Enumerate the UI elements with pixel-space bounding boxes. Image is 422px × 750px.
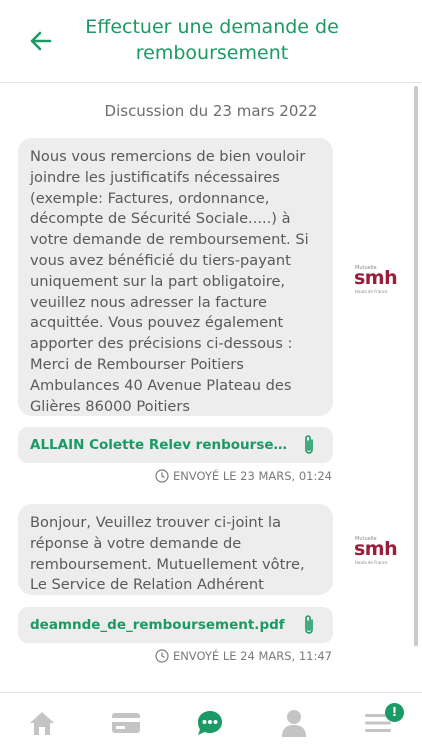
attachment-link[interactable]: ALLAIN Colette Relev renboursement ... bbox=[18, 427, 333, 463]
logo-brand: smh bbox=[354, 538, 398, 560]
message-bubble: Bonjour, Veuillez trouver ci-joint la ré… bbox=[18, 504, 333, 595]
smh-logo: Mutuelle smh Hauts de France bbox=[352, 536, 400, 566]
chat-icon bbox=[198, 711, 222, 735]
user-icon bbox=[282, 710, 306, 737]
page-title: Effectuer une demande de remboursement bbox=[85, 16, 339, 64]
smh-logo: Mutuelle smh Hauts de France bbox=[352, 265, 400, 295]
tab-home[interactable] bbox=[22, 703, 62, 743]
sent-timestamp: ENVOYÉ LE 23 MARS, 01:24 bbox=[155, 469, 332, 483]
discussion-date: Discussion du 23 mars 2022 bbox=[104, 102, 318, 120]
bottom-tab-bar bbox=[0, 692, 422, 750]
sent-timestamp: ENVOYÉ LE 24 MARS, 11:47 bbox=[155, 649, 332, 663]
app-header: Effectuer une demande de remboursement bbox=[0, 0, 422, 83]
logo-subtext: Hauts de France bbox=[355, 289, 388, 294]
scrollbar[interactable] bbox=[414, 86, 418, 646]
paperclip-icon[interactable] bbox=[302, 434, 316, 456]
logo-brand: smh bbox=[354, 267, 398, 289]
attachment-link[interactable]: deamnde_de_remboursement.pdf bbox=[18, 607, 333, 643]
card-icon bbox=[112, 713, 140, 733]
clock-icon bbox=[155, 469, 169, 483]
tab-card[interactable] bbox=[106, 703, 146, 743]
message-bubble: Nous vous remercions de bien vouloir joi… bbox=[18, 138, 333, 416]
home-icon bbox=[30, 712, 54, 735]
paperclip-icon[interactable] bbox=[302, 614, 316, 636]
sent-text: ENVOYÉ LE 24 MARS, 11:47 bbox=[172, 649, 332, 663]
clock-icon bbox=[155, 649, 169, 663]
notification-badge: ! bbox=[385, 703, 404, 722]
back-arrow-icon[interactable] bbox=[28, 28, 54, 54]
tab-messages[interactable] bbox=[190, 703, 230, 743]
tab-profile[interactable] bbox=[274, 703, 314, 743]
discussion-thread[interactable]: Discussion du 23 mars 2022 Nous vous rem… bbox=[0, 84, 422, 692]
sent-text: ENVOYÉ LE 23 MARS, 01:24 bbox=[172, 469, 332, 483]
logo-subtext: Hauts de France bbox=[355, 560, 388, 565]
